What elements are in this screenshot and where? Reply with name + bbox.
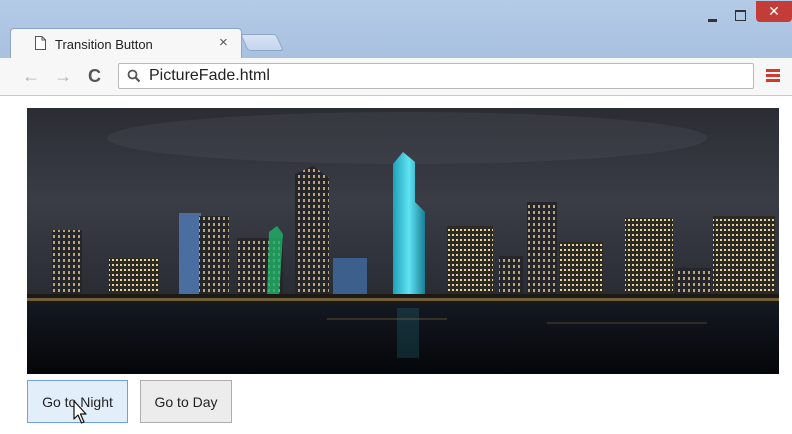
menu-icon[interactable] <box>766 69 780 83</box>
new-tab-button[interactable] <box>240 34 284 51</box>
address-text: PictureFade.html <box>149 67 270 84</box>
page-icon <box>35 36 46 50</box>
skyline-image <box>27 108 779 374</box>
reload-icon[interactable]: C <box>88 66 101 86</box>
back-arrow-icon[interactable]: ← <box>22 66 40 86</box>
forward-arrow-icon[interactable]: → <box>54 66 72 86</box>
go-to-day-button[interactable]: Go to Day <box>140 380 232 423</box>
tab-title: Transition Button <box>55 37 153 52</box>
page-content: Go to Night Go to Day <box>0 96 792 434</box>
search-icon <box>127 69 141 83</box>
browser-toolbar: ← → C PictureFade.html <box>0 58 792 96</box>
tab-active[interactable]: Transition Button × <box>10 28 242 58</box>
address-bar[interactable]: PictureFade.html <box>118 63 754 89</box>
browser-titlebar: Transition Button × ✕ <box>0 0 792 58</box>
go-to-night-button[interactable]: Go to Night <box>27 380 128 423</box>
minimize-icon[interactable] <box>700 8 726 24</box>
maximize-icon[interactable] <box>727 8 753 24</box>
window-close-icon[interactable]: ✕ <box>756 1 792 22</box>
tab-close-icon[interactable]: × <box>219 34 228 52</box>
